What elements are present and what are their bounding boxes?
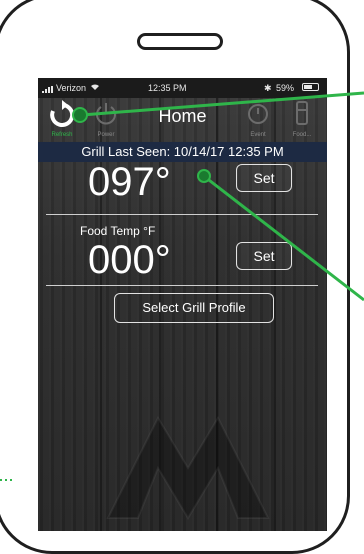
callout-lines [0,91,364,481]
